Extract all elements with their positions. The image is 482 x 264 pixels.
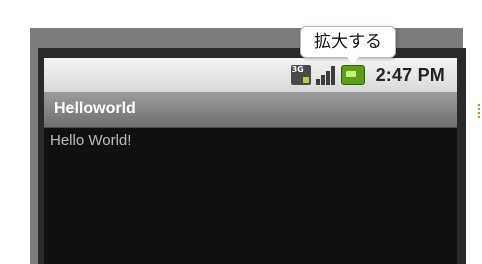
zoom-tooltip[interactable]: 拡大する [300, 26, 396, 64]
status-icons: 2:47 PM [290, 64, 445, 86]
battery-charging-icon [340, 65, 365, 85]
device-screen: 2:47 PM Helloworld Hello World! [44, 58, 457, 264]
side-marker [478, 104, 480, 118]
status-bar: 2:47 PM [44, 58, 457, 93]
app-title: Helloworld [54, 100, 136, 117]
3g-data-icon [290, 65, 311, 85]
hello-text: Hello World! [50, 132, 132, 149]
status-clock: 2:47 PM [375, 64, 445, 85]
app-title-bar: Helloworld [44, 93, 457, 128]
signal-strength-icon [315, 65, 336, 85]
